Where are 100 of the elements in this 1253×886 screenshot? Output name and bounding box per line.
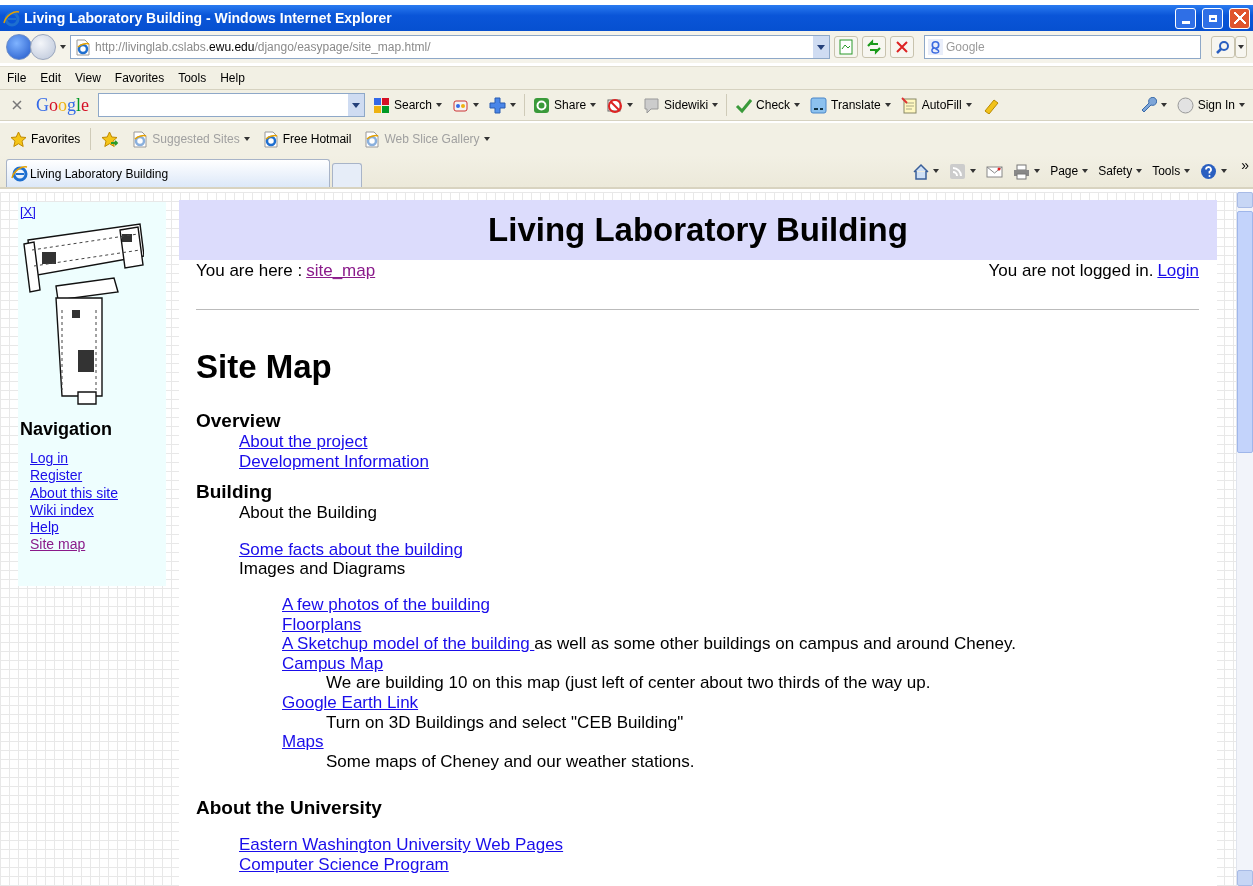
item-text: Images and Diagrams <box>238 559 407 579</box>
close-button[interactable] <box>1229 7 1250 29</box>
dropdown-button[interactable] <box>348 94 364 116</box>
menu-item[interactable]: Help <box>220 71 259 85</box>
page-link[interactable]: Maps <box>282 732 324 752</box>
nav-link[interactable]: Help <box>30 519 59 537</box>
toolbar-button[interactable]: AutoFill <box>898 94 974 116</box>
browser-page-icon <box>131 130 149 148</box>
close-icon <box>12 100 22 110</box>
wrench-icon <box>1139 96 1157 114</box>
nav-link[interactable]: Site map <box>30 536 86 554</box>
page-link[interactable]: Eastern Washington University Web Pages <box>239 835 564 855</box>
link-description: A Sketchup model of the building as well as some other buildings on campus and around Cheney. <box>282 634 1016 654</box>
star-icon <box>10 130 27 148</box>
favorites-button[interactable]: Favorites <box>8 128 83 150</box>
page-header: Living Laboratory Building <box>179 200 1217 260</box>
plus-icon <box>489 96 507 114</box>
refresh-icon <box>866 39 882 55</box>
google-logo: Google <box>36 94 89 116</box>
browser-page-icon <box>261 130 279 148</box>
toolbar-button[interactable]: Check <box>733 94 803 116</box>
login-status: You are not logged in. <box>988 261 1154 281</box>
page-link[interactable]: A few photos of the building <box>282 594 490 614</box>
compatibility-view-button[interactable] <box>834 36 858 58</box>
page-link[interactable]: About the project <box>239 432 368 451</box>
section-heading: Overview <box>195 410 282 432</box>
page-link[interactable]: Google Earth Link <box>282 692 419 712</box>
close-icon <box>895 40 909 54</box>
forward-button[interactable] <box>30 34 56 60</box>
restore-button[interactable] <box>1202 7 1223 29</box>
login-link[interactable]: Login <box>1157 261 1199 281</box>
help-icon <box>1200 162 1218 180</box>
google-g-icon <box>928 39 943 55</box>
search-button[interactable] <box>1211 36 1235 58</box>
window-title: Living Laboratory Building - Windows Internet Explorer <box>24 10 392 26</box>
nav-link[interactable]: Wiki index <box>30 501 94 520</box>
favorites-link[interactable]: Free Hotmail <box>259 128 354 150</box>
browser-tab[interactable]: Living Laboratory Building <box>6 159 330 187</box>
close-link[interactable]: [X] <box>20 204 36 219</box>
more-commands-button[interactable]: » <box>1241 157 1249 173</box>
toolbar-button[interactable]: Search <box>371 94 445 116</box>
toolbar-button[interactable]: Tools <box>1150 160 1193 182</box>
breadcrumb-link[interactable]: site_map <box>306 261 376 281</box>
page-link[interactable]: Floorplans <box>282 614 362 634</box>
toolbar-button[interactable]: Sidewiki <box>641 94 721 116</box>
toolbar-button[interactable]: Page <box>1048 160 1091 182</box>
link-description: We are building 10 on this map (just left of center about two thirds of the way up. <box>325 673 932 693</box>
browser-logo-icon <box>11 165 28 182</box>
scrollbar-thumb[interactable] <box>1237 211 1253 453</box>
stop-button[interactable] <box>890 36 914 58</box>
menu-item[interactable]: File <box>7 71 41 85</box>
sidebar-heading: Navigation <box>20 419 113 440</box>
home-icon <box>912 162 930 180</box>
share-icon <box>533 96 551 114</box>
browser-page-icon <box>363 130 381 148</box>
item-text: About the Building <box>238 503 378 523</box>
feed-icon <box>949 162 967 180</box>
scrollbar[interactable] <box>1236 192 1253 886</box>
notepad-icon <box>900 96 918 114</box>
menu-item[interactable]: Favorites <box>114 71 179 85</box>
spellcheck-icon <box>735 96 753 114</box>
minimize-button[interactable] <box>1175 7 1196 29</box>
section-heading: About the University <box>195 797 383 820</box>
menu-item[interactable]: View <box>75 71 115 85</box>
document-icon <box>839 39 853 55</box>
page-link[interactable]: Development Information <box>239 451 429 471</box>
search-options-button[interactable] <box>1235 36 1247 58</box>
page-link[interactable]: Computer Science Program <box>239 854 449 874</box>
nav-link[interactable]: Register <box>30 467 83 485</box>
browser-page-icon <box>74 38 91 56</box>
nav-link[interactable]: Log in <box>30 450 69 468</box>
star-icon <box>101 130 120 148</box>
user-icon <box>1176 96 1194 114</box>
toolbar-button[interactable]: Safety <box>1096 160 1145 182</box>
toolbar-button[interactable]: Sign In <box>1174 94 1247 116</box>
search-box[interactable]: Google <box>924 35 1201 59</box>
dropdown-button[interactable] <box>813 36 829 58</box>
page-link[interactable]: A Sketchup model of the building <box>282 634 535 654</box>
menu-item[interactable]: Tools <box>178 71 221 85</box>
page-link[interactable]: Some facts about the building <box>239 539 463 559</box>
section-heading: Building <box>195 481 273 504</box>
link-description: Turn on 3D Buildings and select "CEB Building" <box>325 712 685 733</box>
page-title: Site Map <box>196 347 333 387</box>
toolbar-button[interactable]: Share <box>531 94 599 116</box>
address-field[interactable]: http://livinglab.cslabs.ewu.edu/django/easypage/site_map.html/ <box>70 35 830 59</box>
back-button[interactable] <box>6 34 32 60</box>
caret-icon <box>1238 45 1244 49</box>
menu-item[interactable]: Edit <box>40 71 76 85</box>
refresh-button[interactable] <box>862 36 886 58</box>
printer-icon <box>1013 162 1031 180</box>
caret-icon <box>60 45 66 49</box>
nav-link[interactable]: About this site <box>30 484 118 502</box>
speech-bubble-icon <box>643 96 661 114</box>
toolbar-button[interactable]: Translate <box>808 94 893 116</box>
blocked-icon <box>606 96 624 114</box>
link-description: Some maps of Cheney and our weather stations. <box>325 751 696 772</box>
translate-icon <box>810 96 828 114</box>
browser-logo-icon <box>3 9 20 27</box>
breadcrumb-label: You are here : <box>196 261 303 281</box>
page-link[interactable]: Campus Map <box>282 653 384 673</box>
